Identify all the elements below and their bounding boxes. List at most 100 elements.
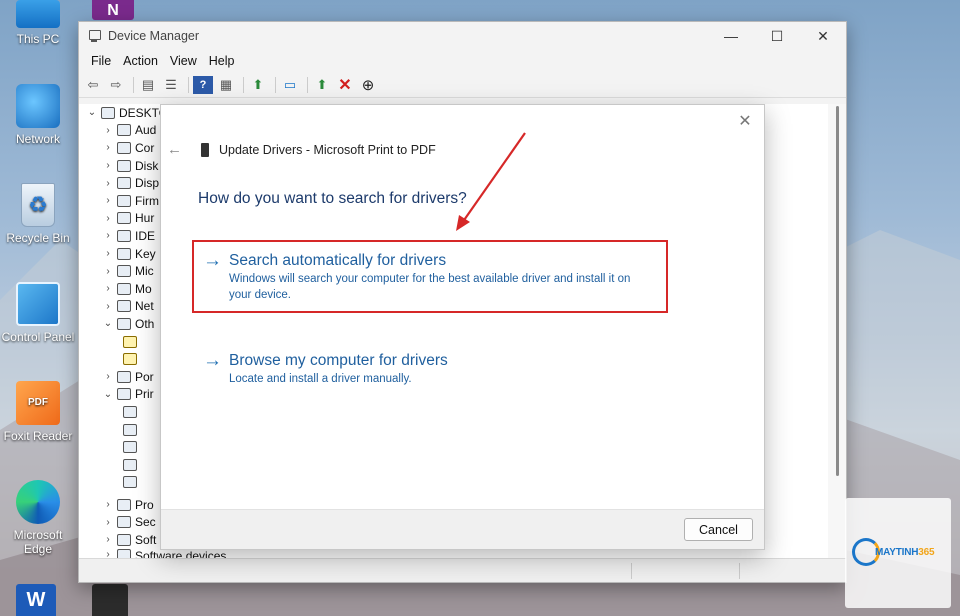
printer-icon	[117, 388, 131, 401]
desktop-icon-foxit-reader[interactable]: PDF Foxit Reader	[0, 381, 76, 443]
tree-item[interactable]: › Disp	[101, 174, 159, 192]
dialog-footer: Cancel	[161, 509, 764, 549]
add-driver-icon[interactable]: ⬆	[312, 76, 332, 94]
onenote-icon[interactable]: N	[92, 0, 134, 20]
help-icon[interactable]: ?	[193, 75, 213, 94]
tree-item[interactable]: › Mic	[101, 262, 153, 280]
tree-item-label: Mo	[135, 281, 152, 296]
tree-item[interactable]	[121, 421, 141, 439]
close-icon[interactable]: ✕	[736, 111, 754, 130]
tree-item[interactable]: ⌄ Oth	[101, 315, 155, 333]
maximize-button[interactable]: ☐	[754, 22, 800, 50]
chevron-right-icon[interactable]: ›	[101, 195, 115, 206]
cancel-button[interactable]: Cancel	[684, 518, 753, 541]
desktop-icon-microsoft-edge[interactable]: Microsoft Edge	[0, 480, 76, 556]
tree-item[interactable]	[121, 438, 141, 456]
tree-item[interactable]: › Por	[101, 368, 154, 386]
tree-item[interactable]: › Soft	[101, 531, 156, 549]
forward-icon[interactable]: ⇨	[106, 76, 126, 94]
chevron-right-icon[interactable]: ›	[101, 178, 115, 189]
desktop-icon-control-panel[interactable]: Control Panel	[0, 282, 76, 344]
printer-icon	[123, 441, 137, 454]
tree-item[interactable]: › Mo	[101, 280, 152, 298]
warning-device-icon	[123, 353, 137, 366]
scrollbar-thumb[interactable]	[836, 106, 839, 476]
desktop-icon-recycle-bin[interactable]: ♻ Recycle Bin	[0, 183, 76, 245]
chevron-right-icon[interactable]: ›	[101, 371, 115, 382]
scan-hardware-icon[interactable]: ▭	[280, 76, 300, 94]
mouse-icon	[117, 265, 131, 278]
tree-item[interactable]: › Firm	[101, 192, 159, 210]
chevron-down-icon[interactable]: ⌄	[101, 318, 115, 329]
desktop-icon-label: Network	[15, 132, 60, 146]
chevron-right-icon[interactable]: ›	[101, 266, 115, 277]
tree-item-label: IDE	[135, 228, 156, 243]
tree-item[interactable]: › Sec	[101, 514, 155, 532]
chevron-right-icon[interactable]: ›	[101, 230, 115, 241]
tree-item[interactable]	[121, 474, 141, 492]
tree-item-label: Key	[135, 246, 156, 261]
tree-item[interactable]: › IDE	[101, 227, 155, 245]
back-icon[interactable]: ⇦	[83, 76, 103, 94]
printer-device-icon	[201, 142, 209, 157]
desktop-icon-label: Microsoft Edge	[13, 528, 63, 556]
tree-item[interactable]: ⌄ DESKTO	[85, 104, 168, 122]
chevron-right-icon[interactable]: ›	[101, 125, 115, 136]
tree-item[interactable]: › Disk	[101, 157, 158, 175]
tree-item[interactable]: › Hur	[101, 210, 154, 228]
chevron-right-icon[interactable]: ›	[101, 142, 115, 153]
chevron-down-icon[interactable]: ⌄	[101, 389, 115, 400]
tree-item[interactable]: › Aud	[101, 122, 156, 140]
game-icon[interactable]	[92, 584, 128, 616]
edge-icon	[16, 480, 60, 524]
tree-item[interactable]: › Cor	[101, 139, 154, 157]
tree-item[interactable]: ⌄ Prir	[101, 386, 154, 404]
device-manager-icon	[87, 29, 101, 43]
menu-file[interactable]: File	[85, 54, 117, 68]
word-icon[interactable]: W	[16, 584, 56, 616]
tree-item[interactable]	[121, 456, 141, 474]
desktop-icon-this-pc[interactable]: This PC	[0, 0, 76, 46]
chevron-right-icon[interactable]: ›	[101, 534, 115, 545]
foxit-pdf-icon: PDF	[16, 381, 60, 425]
chevron-down-icon[interactable]: ⌄	[85, 107, 99, 118]
dialog-title: Update Drivers - Microsoft Print to PDF	[219, 142, 436, 157]
chevron-right-icon[interactable]: ›	[101, 283, 115, 294]
uninstall-icon[interactable]: ✕	[335, 76, 355, 94]
view-icon[interactable]: ▦	[216, 76, 236, 94]
chevron-right-icon[interactable]: ›	[101, 301, 115, 312]
tree-item-label: Por	[135, 369, 154, 384]
browse-computer-option[interactable]: → Browse my computer for drivers Locate …	[203, 351, 448, 388]
desktop-icon-label: This PC	[16, 32, 60, 46]
tree-item[interactable]	[121, 403, 141, 421]
dialog-question: How do you want to search for drivers?	[198, 190, 467, 207]
chevron-right-icon[interactable]: ›	[101, 517, 115, 528]
minimize-button[interactable]: —	[708, 22, 754, 50]
update-driver-icon[interactable]: ⬆	[248, 76, 268, 94]
chevron-right-icon[interactable]: ›	[101, 248, 115, 259]
desktop-icon-label: Recycle Bin	[6, 231, 70, 245]
menu-action[interactable]: Action	[117, 54, 164, 68]
printer-icon	[123, 476, 137, 489]
tree-item[interactable]: › Net	[101, 298, 153, 316]
chevron-right-icon[interactable]: ›	[101, 499, 115, 510]
tree-item[interactable]: › Pro	[101, 496, 153, 514]
title-bar[interactable]: Device Manager — ☐ ✕	[79, 22, 846, 50]
network-adapter-icon	[117, 300, 131, 313]
tree-item[interactable]	[121, 333, 141, 351]
arrow-right-icon: →	[203, 350, 222, 371]
chevron-right-icon[interactable]: ›	[101, 213, 115, 224]
tree-item[interactable]	[121, 350, 141, 368]
back-arrow-icon[interactable]: ←	[167, 141, 189, 158]
desktop-icon-network[interactable]: Network	[0, 84, 76, 146]
recycle-bin-icon: ♻	[21, 183, 55, 227]
chevron-right-icon[interactable]: ›	[101, 160, 115, 171]
tree-item[interactable]: › Key	[101, 245, 156, 263]
menu-help[interactable]: Help	[203, 54, 241, 68]
list-icon[interactable]: ☰	[161, 76, 181, 94]
close-button[interactable]: ✕	[800, 22, 846, 50]
properties-icon[interactable]: ▤	[138, 76, 158, 94]
download-icon[interactable]: ⊕	[358, 76, 378, 94]
menu-view[interactable]: View	[164, 54, 203, 68]
vertical-scrollbar[interactable]	[828, 104, 846, 559]
